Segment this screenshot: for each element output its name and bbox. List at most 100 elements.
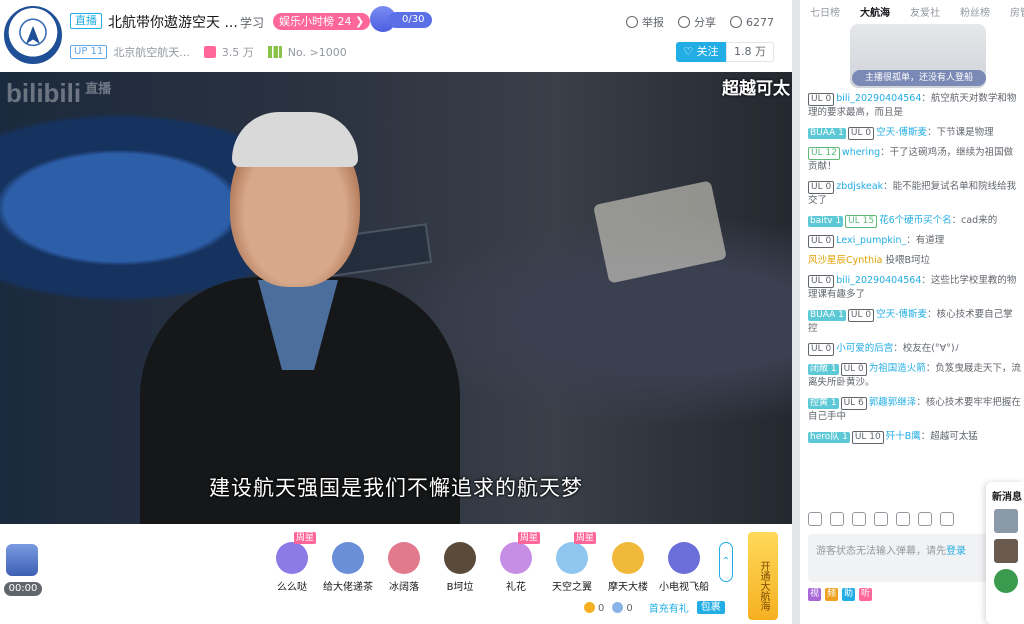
gift-item[interactable]: B坷垃 [432,532,488,593]
chat-message: 闭敞 1 UL 0 为祖国造火箭：负笈曳屐走天下，流离失所卧黄沙。 [808,362,1022,390]
chat-text: ：校友在(°∀°)ﾉ [893,343,960,354]
fan-medal[interactable]: 闭敞 1 [808,364,839,375]
style-icon[interactable] [830,512,844,526]
chat-username[interactable]: bili_20290404564 [836,275,921,286]
chat-username[interactable]: 花6个硬币买个名 [879,215,952,226]
tab-rank[interactable]: 粉丝榜 [950,0,1000,20]
fans-club-widget[interactable]: 0/30 [370,6,433,32]
hourly-rank-badge[interactable]: 娱乐小时榜 24 ❯ [273,13,371,30]
lottery-icon[interactable] [852,512,866,526]
chat-username[interactable]: 为祖国造火箭 [869,363,926,374]
chat-username[interactable]: 歼十B鹰 [886,431,921,442]
expand-gifts-button[interactable]: ⌃ [719,542,733,582]
screenshot-icon[interactable] [874,512,888,526]
chat-message: 风沙星辰Cynthia 投喂B坷垃 [808,254,1022,268]
gift-item[interactable]: 摩天大楼 [600,532,656,593]
share-icon [678,16,690,28]
user-level: UL 0 [847,127,875,140]
emoji-icon[interactable] [808,512,822,526]
rank-empty-text: 主播很孤单，还没有人登船 [852,70,986,86]
fan-medal[interactable]: hero队 1 [808,432,850,443]
gift-item[interactable]: 冰阔落 [376,532,432,593]
area-link[interactable]: 学习 [240,14,264,31]
tab-rank[interactable]: 七日榜 [800,0,850,20]
chat-message: UL 0 Lexi_pumpkin_：有道理 [808,234,1022,248]
feature-tag[interactable]: 频 [825,588,838,601]
speaker-hair [232,112,358,167]
fan-medal[interactable]: 控黄 1 [808,398,839,409]
speaker [140,102,460,524]
live-tag: 直播 [70,13,102,29]
chat-username[interactable]: 风沙星辰Cynthia [808,255,882,266]
popup-thumb[interactable] [994,509,1018,533]
first-charge-link[interactable]: 首充有礼 [649,600,689,615]
fans-club-count: 0/30 [388,12,433,28]
chat-username[interactable]: zbdjskeak [836,181,883,192]
fan-medal[interactable]: BUAA 1 [808,128,846,139]
guard-button[interactable]: 开通大航海 [748,532,778,620]
chat-username[interactable]: whering [842,147,880,158]
chat-message: UL 12 whering：干了这碗鸡汤，继续为祖国做贡献！ [808,146,1022,174]
gold-seed-icon [584,601,595,613]
bilibili-watermark: bilibili 直播 [6,78,112,108]
video-player[interactable]: bilibili 直播 超越可太 建设航天强国是我们不懈追求的航天梦 [0,72,792,524]
gift-item[interactable]: 周星 礼花 [488,532,544,593]
people-icon [730,15,742,28]
chat-username[interactable]: 小可爱的后宫 [836,343,893,354]
chat-username[interactable]: bili_20290404564 [836,93,921,104]
chat-username[interactable]: 郭趣郭继泽 [869,397,917,408]
rank-number[interactable]: No. >1000 [288,46,347,59]
chat-username[interactable]: 空天-傅斯麦 [876,127,927,138]
user-level: UL 15 [845,215,878,228]
chat-username[interactable]: 空天-傅斯麦 [876,309,927,320]
user-level: UL 6 [840,397,867,410]
gift-item[interactable]: 给大佬递茶 [320,532,376,593]
gift-list: 周星 么么哒 给大佬递茶冰阔落 B坷垃 周星 礼花 周星 天空之翼 摩天大楼 小电视飞船 [264,532,712,593]
streamer-name[interactable]: 北京航空航天... [113,44,190,60]
feature-tag[interactable]: 视 [808,588,821,601]
tab-rank[interactable]: 房管 [1000,0,1024,20]
gift-label: B坷垃 [446,582,474,593]
user-level: UL 10 [851,431,884,444]
gift-item[interactable]: 周星 天空之翼 [544,532,600,593]
danmaku-list[interactable]: UL 0 bili_20290404564：航空航天对数学和物理的要求最高，而且是… [808,92,1022,502]
page-scrollbar[interactable] [792,0,800,624]
clip-icon[interactable] [896,512,910,526]
gift-item[interactable]: 小电视飞船 [656,532,712,593]
gift-icon [668,542,700,574]
streamer-avatar[interactable] [4,6,62,64]
popup-thumb[interactable] [994,569,1018,593]
fan-medal[interactable]: baitv 1 [808,216,844,227]
user-level: UL 12 [808,147,840,160]
rank-tabs: 七日榜大航海友爱社粉丝榜房管 [800,0,1024,20]
fan-medal[interactable]: BUAA 1 [808,310,846,321]
gift-icon [500,542,532,574]
chat-message: BUAA 1 UL 0 空天-傅斯麦：下节课是物理 [808,126,1022,140]
report-button[interactable]: 举报 [626,14,664,30]
chat-text: ：有道理 [906,235,945,246]
tab-rank[interactable]: 大航海 [850,0,900,20]
gift-icon [203,46,216,58]
gift-bar: 00:00 周星 么么哒 给大佬递茶冰阔落 B坷垃 周星 礼花 周星 天空之翼 摩天大楼 小电视飞… [0,524,792,624]
bottom-tags: 视频助听 [808,588,872,601]
edit-icon[interactable] [918,512,932,526]
new-message-popup[interactable]: 新消息 [986,482,1024,624]
feature-tag[interactable]: 听 [859,588,872,601]
user-level: UL 0 [808,93,835,106]
block-icon[interactable] [940,512,954,526]
danmaku-input[interactable]: 游客状态无法输入弹幕，请先登录 [808,534,988,582]
chat-message: UL 0 zbdjskeak：能不能把复试名单和院线给我交了 [808,180,1022,208]
chat-username[interactable]: Lexi_pumpkin_ [836,235,906,246]
login-link[interactable]: 登录 [946,546,966,557]
gift-item[interactable]: 周星 么么哒 [264,532,320,593]
gift-label: 冰阔落 [389,582,419,593]
timer-badge: 00:00 [4,582,42,596]
share-button[interactable]: 分享 [678,14,716,30]
tab-rank[interactable]: 友爱社 [900,0,950,20]
corner-caption: 超越可太 [722,79,790,99]
feature-tag[interactable]: 助 [842,588,855,601]
mini-avatar[interactable] [6,544,38,576]
follow-button[interactable]: ♡ 关注 [676,42,726,62]
package-button[interactable]: 包裹 [696,601,725,614]
popup-thumb[interactable] [994,539,1018,563]
